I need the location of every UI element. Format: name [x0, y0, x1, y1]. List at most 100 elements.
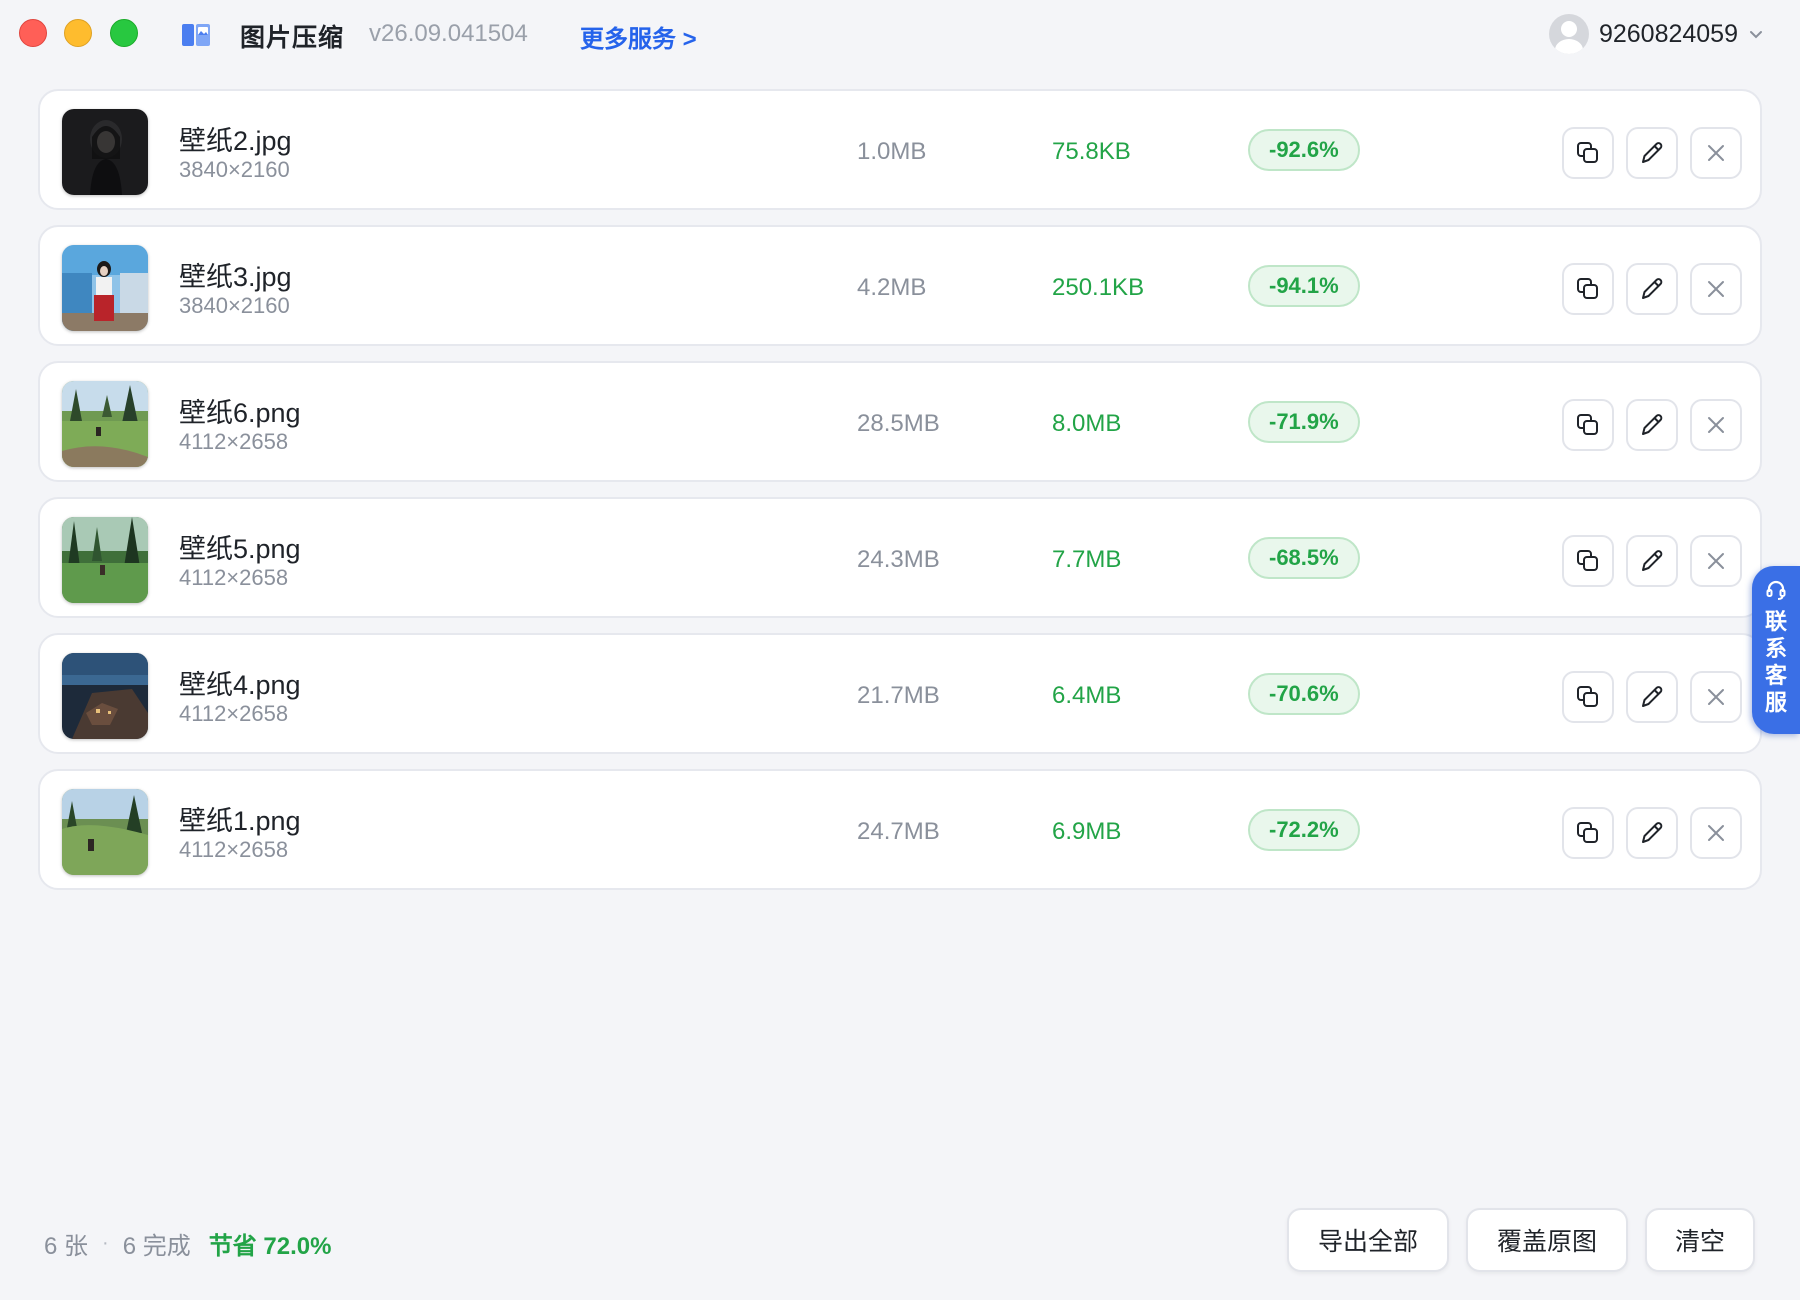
edit-button[interactable]: [1626, 671, 1678, 723]
file-thumbnail: [62, 653, 148, 739]
avatar: [1548, 14, 1589, 54]
user-menu[interactable]: 9260824059: [1548, 12, 1764, 56]
footer-stats: 6 张 · 6 完成 节省 72.0%: [44, 1226, 331, 1261]
file-name: 壁纸1.png: [179, 806, 301, 836]
compressed-size: 6.9MB: [1052, 818, 1122, 845]
compressed-size: 6.4MB: [1052, 682, 1122, 709]
close-icon: [1708, 553, 1724, 569]
user-id: 9260824059: [1598, 19, 1738, 48]
file-thumbnail: [62, 789, 148, 875]
copy-icon: [1577, 822, 1598, 843]
file-row: 壁纸1.png 4112×2658 24.7MB 6.9MB -72.2%: [38, 769, 1762, 890]
edit-button[interactable]: [1626, 263, 1678, 315]
file-name: 壁纸2.jpg: [179, 126, 292, 156]
file-dimensions: 4112×2658: [179, 837, 289, 862]
compressed-size: 8.0MB: [1052, 410, 1122, 437]
pencil-icon: [1642, 822, 1663, 843]
file-dimensions: 3840×2160: [179, 157, 290, 182]
file-thumbnail: [62, 109, 148, 195]
compression-ratio-badge: -68.5%: [1248, 537, 1360, 579]
chevron-down-icon: [1750, 31, 1762, 39]
close-icon: [1708, 281, 1724, 297]
copy-button[interactable]: [1562, 127, 1614, 179]
original-size: 28.5MB: [857, 410, 940, 437]
file-dimensions: 3840×2160: [179, 293, 290, 318]
done-count: 6 完成: [122, 1233, 191, 1260]
copy-icon: [1577, 278, 1598, 299]
compressed-size: 75.8KB: [1052, 138, 1131, 165]
file-name: 壁纸6.png: [179, 398, 301, 428]
window-close-button[interactable]: [19, 19, 47, 47]
compression-ratio-badge: -92.6%: [1248, 129, 1360, 171]
app-version: v26.09.041504: [369, 20, 528, 47]
copy-icon: [1577, 414, 1598, 435]
edit-button[interactable]: [1626, 535, 1678, 587]
overwrite-original-button[interactable]: 覆盖原图: [1466, 1208, 1628, 1272]
title-bar: 图片压缩 v26.09.041504 更多服务 > 9260824059: [0, 0, 1800, 72]
saved-percentage: 节省 72.0%: [208, 1233, 332, 1260]
file-name: 壁纸5.png: [179, 534, 301, 564]
contact-support-tab[interactable]: 联系客服: [1752, 566, 1800, 734]
export-all-button[interactable]: 导出全部: [1287, 1208, 1449, 1272]
more-services-link[interactable]: 更多服务 >: [580, 19, 697, 54]
copy-icon: [1577, 142, 1598, 163]
compressed-size: 250.1KB: [1052, 274, 1145, 301]
pencil-icon: [1642, 278, 1663, 299]
copy-button[interactable]: [1562, 671, 1614, 723]
copy-button[interactable]: [1562, 263, 1614, 315]
copy-button[interactable]: [1562, 535, 1614, 587]
remove-button[interactable]: [1690, 399, 1742, 451]
remove-button[interactable]: [1690, 127, 1742, 179]
remove-button[interactable]: [1690, 807, 1742, 859]
file-count: 6 张: [44, 1233, 89, 1260]
compression-ratio-badge: -70.6%: [1248, 673, 1360, 715]
file-row: 壁纸5.png 4112×2658 24.3MB 7.7MB -68.5%: [38, 497, 1762, 618]
original-size: 21.7MB: [857, 682, 940, 709]
file-dimensions: 4112×2658: [179, 565, 289, 590]
remove-button[interactable]: [1690, 535, 1742, 587]
file-thumbnail: [62, 245, 148, 331]
app-logo-icon: [182, 24, 210, 46]
edit-button[interactable]: [1626, 807, 1678, 859]
compression-ratio-badge: -94.1%: [1248, 265, 1360, 307]
compressed-size: 7.7MB: [1052, 546, 1122, 573]
headset-icon: [1766, 580, 1786, 600]
app-title: 图片压缩: [240, 24, 345, 52]
remove-button[interactable]: [1690, 671, 1742, 723]
copy-button[interactable]: [1562, 399, 1614, 451]
file-list: 壁纸2.jpg 3840×2160 1.0MB 75.8KB -92.6% 壁纸…: [38, 89, 1762, 905]
close-icon: [1708, 825, 1724, 841]
close-icon: [1708, 145, 1724, 161]
original-size: 24.3MB: [857, 546, 940, 573]
edit-button[interactable]: [1626, 399, 1678, 451]
file-thumbnail: [62, 517, 148, 603]
file-row: 壁纸2.jpg 3840×2160 1.0MB 75.8KB -92.6%: [38, 89, 1762, 210]
original-size: 4.2MB: [857, 274, 927, 301]
file-row: 壁纸6.png 4112×2658 28.5MB 8.0MB -71.9%: [38, 361, 1762, 482]
close-icon: [1708, 689, 1724, 705]
clear-button[interactable]: 清空: [1645, 1208, 1755, 1272]
window-minimize-button[interactable]: [64, 19, 92, 47]
file-dimensions: 4112×2658: [179, 429, 289, 454]
pencil-icon: [1642, 414, 1663, 435]
copy-icon: [1577, 550, 1598, 571]
pencil-icon: [1642, 550, 1663, 571]
separator-dot: ·: [102, 1232, 109, 1254]
file-row: 壁纸4.png 4112×2658 21.7MB 6.4MB -70.6%: [38, 633, 1762, 754]
original-size: 24.7MB: [857, 818, 940, 845]
pencil-icon: [1642, 686, 1663, 707]
file-dimensions: 4112×2658: [179, 701, 289, 726]
app-window: 图片压缩 v26.09.041504 更多服务 > 9260824059 壁纸2…: [0, 0, 1800, 1300]
contact-support-label: 联系客服: [1765, 609, 1788, 715]
remove-button[interactable]: [1690, 263, 1742, 315]
file-row: 壁纸3.jpg 3840×2160 4.2MB 250.1KB -94.1%: [38, 225, 1762, 346]
compression-ratio-badge: -71.9%: [1248, 401, 1360, 443]
copy-button[interactable]: [1562, 807, 1614, 859]
file-name: 壁纸3.jpg: [179, 262, 292, 292]
edit-button[interactable]: [1626, 127, 1678, 179]
window-maximize-button[interactable]: [110, 19, 138, 47]
compression-ratio-badge: -72.2%: [1248, 809, 1360, 851]
file-thumbnail: [62, 381, 148, 467]
pencil-icon: [1642, 142, 1663, 163]
original-size: 1.0MB: [857, 138, 927, 165]
